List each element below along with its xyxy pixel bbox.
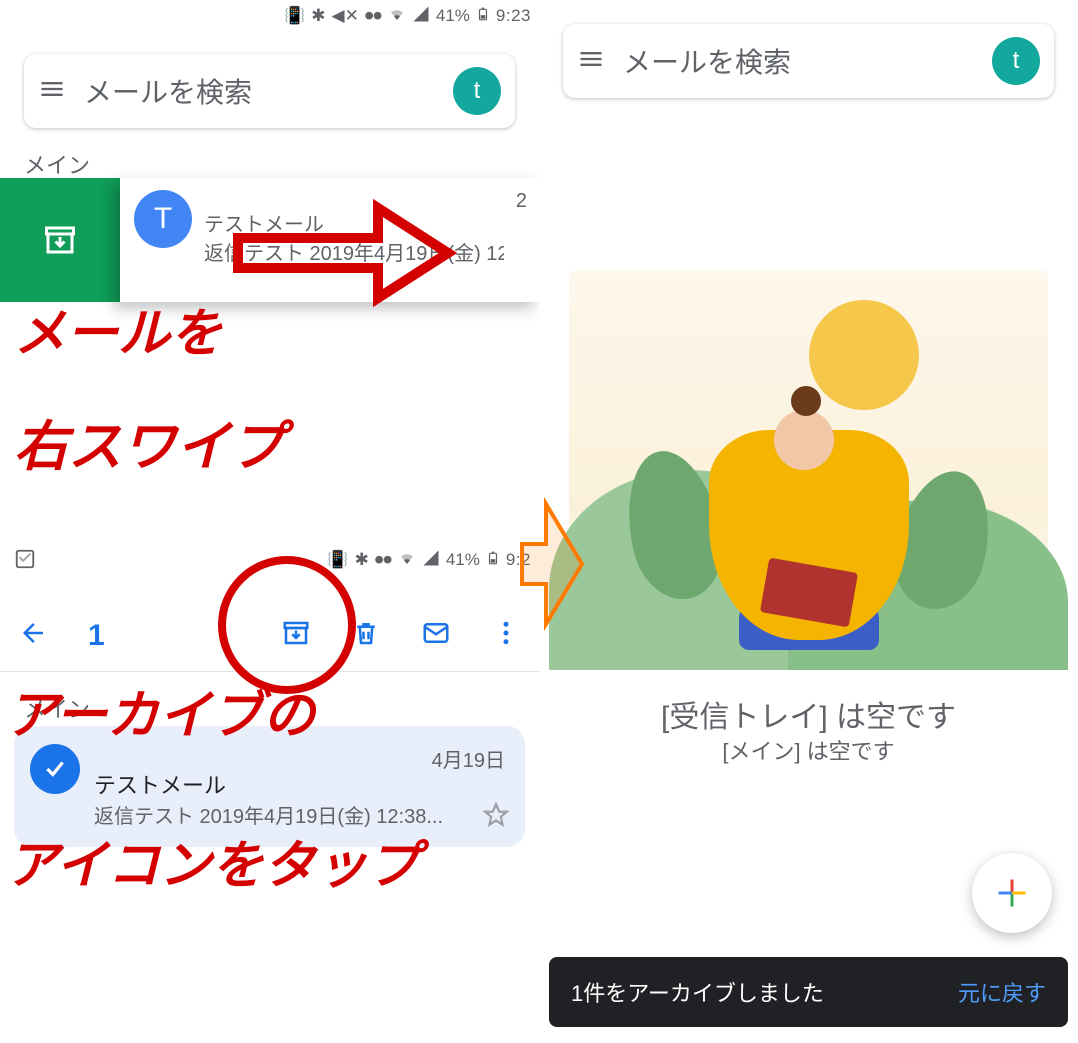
screenshot-empty-inbox: メールを検索 t [受信トレイ] は空です [メイン] は空です 1件をアーカイ… xyxy=(539,0,1078,1043)
voicemail-icon: ⏺⏺ xyxy=(365,6,382,26)
thread-count: 2 xyxy=(516,190,527,290)
search-bar[interactable]: メールを検索 t xyxy=(24,54,515,128)
mark-unread-button[interactable] xyxy=(421,618,451,653)
empty-state-illustration xyxy=(569,270,1048,670)
annotation-text-2: 右スワイプ xyxy=(14,420,284,474)
battery-icon xyxy=(486,548,500,573)
account-avatar[interactable]: t xyxy=(453,67,501,115)
email-snippet: 返信テスト 2019年4月19日(金) 12:38... xyxy=(94,800,509,829)
menu-icon[interactable] xyxy=(38,75,66,108)
email-date: 4月19日 xyxy=(432,744,505,773)
snackbar-message: 1件をアーカイブしました xyxy=(571,976,824,1008)
search-bar-container: メールを検索 t xyxy=(563,24,1054,98)
snackbar-undo-button[interactable]: 元に戻す xyxy=(958,976,1046,1008)
bluetooth-icon: ✱ xyxy=(355,550,369,570)
status-bar: 📳 ✱ ◀✕ ⏺⏺ 41% 9:23 xyxy=(284,0,531,32)
annotation-text-3: アーカイブの xyxy=(6,690,315,742)
status-bar: 📳 ✱ ⏺⏺ 41% 9:2 xyxy=(327,544,531,576)
battery-pct: 41% xyxy=(436,6,470,26)
signal-icon xyxy=(412,5,430,28)
search-bar[interactable]: メールを検索 t xyxy=(563,24,1054,98)
screenshot-inbox-swipe: 📳 ✱ ◀✕ ⏺⏺ 41% 9:23 メールを検索 t メイン T xyxy=(0,0,539,540)
star-button[interactable] xyxy=(483,802,509,833)
vibrate-icon: 📳 xyxy=(284,6,305,26)
screenshot-indicator-icon xyxy=(14,548,36,575)
annotation-circle-icon xyxy=(218,556,356,694)
wifi-icon xyxy=(388,5,406,28)
signal-icon xyxy=(422,549,440,572)
search-placeholder: メールを検索 xyxy=(623,41,974,81)
empty-state-title: [受信トレイ] は空です xyxy=(539,692,1078,736)
empty-state-subtitle: [メイン] は空です xyxy=(539,734,1078,766)
plus-icon xyxy=(994,875,1030,911)
back-button[interactable] xyxy=(18,618,48,653)
compose-fab[interactable] xyxy=(972,853,1052,933)
selection-count: 1 xyxy=(88,619,105,653)
account-avatar[interactable]: t xyxy=(992,37,1040,85)
search-bar-container: メールを検索 t xyxy=(24,54,515,128)
snackbar: 1件をアーカイブしました 元に戻す xyxy=(549,957,1068,1027)
battery-pct: 41% xyxy=(446,550,480,570)
battery-icon xyxy=(476,4,490,29)
selected-check-icon[interactable] xyxy=(30,744,80,794)
voicemail-icon: ⏺⏺ xyxy=(375,550,392,570)
annotation-arrow-right-icon xyxy=(228,198,458,313)
bluetooth-icon: ✱ xyxy=(311,6,325,26)
sender-avatar: T xyxy=(134,190,192,248)
search-placeholder: メールを検索 xyxy=(84,71,435,111)
annotation-text-1: メールを xyxy=(14,308,222,360)
mute-icon: ◀✕ xyxy=(332,6,359,26)
annotation-text-4: アイコンをタップ xyxy=(6,840,419,892)
wifi-icon xyxy=(398,549,416,572)
menu-icon[interactable] xyxy=(577,45,605,78)
vibrate-icon: 📳 xyxy=(327,550,348,570)
annotation-arrow-orange-icon xyxy=(516,494,588,639)
clock: 9:23 xyxy=(496,6,531,26)
swipe-archive-action[interactable] xyxy=(0,178,120,302)
section-label-main: メイン xyxy=(24,148,90,180)
